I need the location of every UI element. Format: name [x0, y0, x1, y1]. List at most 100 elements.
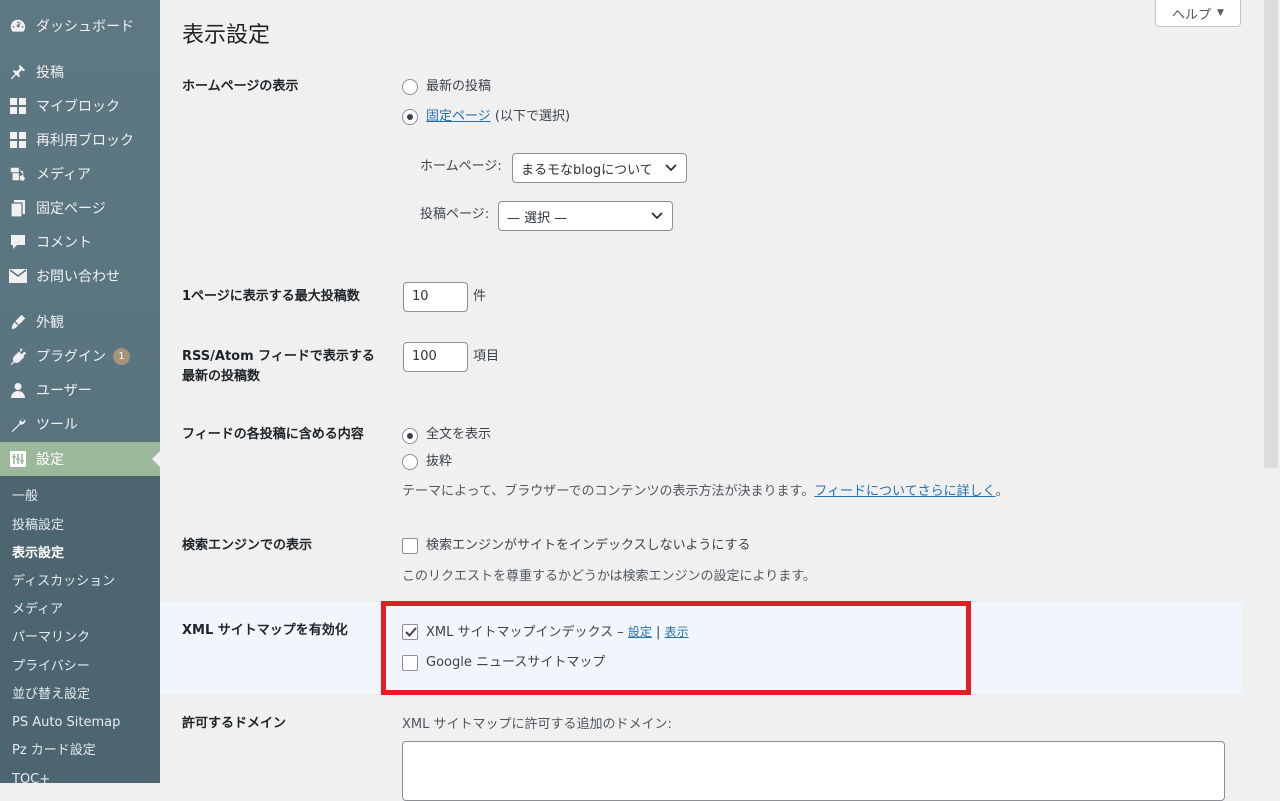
page-icon: [8, 198, 28, 218]
highlight-annotation-box: [381, 601, 971, 695]
search-engine-description: このリクエストを尊重するかどうかは検索エンジンの設定によります。: [402, 569, 816, 584]
menu-item-plugins[interactable]: プラグイン 1: [0, 339, 160, 373]
menu-label: ダッシュボード: [36, 19, 134, 35]
menu-label: お問い合わせ: [36, 269, 120, 285]
feed-content-label: フィードの各投稿に含める内容: [182, 427, 364, 442]
settings-icon: [8, 449, 28, 469]
pin-icon: [8, 62, 28, 82]
menu-item-reusable-blocks[interactable]: 再利用ブロック: [0, 123, 160, 157]
submenu-item-toc-plus[interactable]: TOC+: [12, 769, 50, 791]
menu-item-my-blocks[interactable]: マイブロック: [0, 89, 160, 123]
submenu-item-sort-order[interactable]: 並び替え設定: [12, 684, 90, 706]
submenu-item-permalinks[interactable]: パーマリンク: [12, 627, 90, 649]
active-indicator: [152, 451, 160, 467]
posts-per-page-unit: 件: [473, 289, 487, 304]
menu-item-comments[interactable]: コメント: [0, 225, 160, 259]
dashboard-icon: [8, 16, 28, 36]
radio-static-page[interactable]: [402, 109, 418, 125]
discourage-search-checkbox[interactable]: [402, 538, 418, 554]
menu-item-pages[interactable]: 固定ページ: [0, 191, 160, 225]
menu-label: ツール: [36, 417, 78, 433]
brush-icon: [8, 312, 28, 332]
rss-count-unit: 項目: [473, 349, 500, 364]
menu-label: 固定ページ: [36, 201, 106, 217]
menu-label: マイブロック: [36, 99, 120, 115]
allowed-domains-label: 許可するドメイン: [182, 716, 287, 731]
submenu-item-writing[interactable]: 投稿設定: [12, 515, 64, 537]
comment-icon: [8, 232, 28, 252]
chevron-down-icon: [665, 164, 677, 172]
submenu-item-general[interactable]: 一般: [12, 486, 38, 508]
rss-label-line1: RSS/Atom フィードで表示する: [182, 349, 375, 364]
submenu-item-discussion[interactable]: ディスカッション: [12, 571, 115, 593]
user-icon: [8, 380, 28, 400]
homepage-display-label: ホームページの表示: [182, 79, 299, 94]
menu-item-users[interactable]: ユーザー: [0, 373, 160, 407]
rss-label-line2: 最新の投稿数: [182, 369, 261, 384]
menu-item-dashboard[interactable]: ダッシュボード: [0, 9, 160, 43]
menu-label: 設定: [36, 452, 64, 468]
block-grid-icon: [8, 130, 28, 150]
rss-count-label: RSS/Atom フィードで表示する 最新の投稿数: [182, 347, 375, 387]
rss-count-input[interactable]: 100: [403, 342, 468, 372]
menu-label: メディア: [36, 167, 92, 183]
menu-label: プラグイン: [36, 349, 106, 365]
settings-submenu: 一般 投稿設定 表示設定 ディスカッション メディア パーマリンク プライバシー…: [0, 476, 160, 787]
menu-label: 再利用ブロック: [36, 133, 134, 149]
menu-label: コメント: [36, 235, 92, 251]
allowed-domains-textarea[interactable]: [402, 741, 1225, 801]
chevron-down-icon: [651, 212, 663, 220]
help-tab-button[interactable]: ヘルプ ▼: [1155, 0, 1241, 27]
caret-down-icon: ▼: [1217, 8, 1224, 18]
menu-item-media[interactable]: メディア: [0, 157, 160, 191]
feed-desc-text: テーマによって、ブラウザーでのコンテンツの表示方法が決まります。: [402, 484, 815, 499]
posts-page-select-label: 投稿ページ:: [420, 207, 490, 222]
excerpt-label: 抜粋: [426, 454, 453, 469]
static-page-suffix: (以下で選択): [490, 109, 571, 124]
menu-item-posts[interactable]: 投稿: [0, 55, 160, 89]
help-label: ヘルプ: [1172, 7, 1212, 23]
radio-latest-posts[interactable]: [402, 79, 418, 95]
menu-label: 投稿: [36, 65, 64, 81]
discourage-search-label: 検索エンジンがサイトをインデックスしないようにする: [426, 538, 751, 553]
submenu-item-pz-card[interactable]: Pz カード設定: [12, 740, 96, 762]
menu-item-contact[interactable]: お問い合わせ: [0, 259, 160, 293]
scrollbar-thumb[interactable]: [1264, 0, 1278, 468]
homepage-select-value: まるモなblogについて: [521, 162, 653, 178]
homepage-select-label: ホームページ:: [420, 159, 502, 174]
allowed-domains-description: XML サイトマップに許可する追加のドメイン:: [402, 717, 672, 732]
block-grid-icon: [8, 96, 28, 116]
homepage-select[interactable]: まるモなblogについて: [512, 153, 687, 183]
submenu-item-privacy[interactable]: プライバシー: [12, 656, 90, 678]
menu-label: 外観: [36, 315, 64, 331]
mail-icon: [8, 266, 28, 286]
plugin-icon: [8, 346, 28, 366]
feed-description: テーマによって、ブラウザーでのコンテンツの表示方法が決まります。フィードについて…: [402, 483, 1009, 501]
posts-page-select[interactable]: — 選択 —: [498, 201, 673, 231]
menu-item-settings[interactable]: 設定: [0, 442, 160, 476]
radio-full-text[interactable]: [402, 428, 418, 444]
menu-label: ユーザー: [36, 383, 92, 399]
submenu-item-reading[interactable]: 表示設定: [12, 543, 64, 565]
radio-excerpt[interactable]: [402, 454, 418, 470]
search-engine-label: 検索エンジンでの表示: [182, 538, 313, 553]
xml-sitemap-label: XML サイトマップを有効化: [182, 623, 348, 638]
posts-per-page-label: 1ページに表示する最大投稿数: [182, 289, 360, 304]
static-page-link[interactable]: 固定ページ: [426, 109, 491, 124]
update-count-badge: 1: [113, 347, 130, 365]
page-title: 表示設定: [182, 23, 271, 48]
static-page-option: 固定ページ (以下で選択): [426, 108, 570, 126]
media-icon: [8, 164, 28, 184]
feed-learn-more-link[interactable]: フィードについてさらに詳しく: [814, 484, 995, 499]
admin-sidebar: ダッシュボード 投稿 マイブロック 再利用ブロック メディア 固定ページ コメン…: [0, 0, 160, 787]
submenu-item-ps-auto-sitemap[interactable]: PS Auto Sitemap: [12, 712, 120, 734]
menu-item-tools[interactable]: ツール: [0, 407, 160, 441]
feed-desc-suffix: 。: [995, 484, 1009, 499]
posts-per-page-input[interactable]: 10: [403, 282, 468, 312]
full-text-label: 全文を表示: [426, 427, 492, 442]
submenu-item-media[interactable]: メディア: [12, 599, 63, 621]
posts-page-select-value: — 選択 —: [507, 210, 568, 226]
wrench-icon: [8, 414, 28, 434]
menu-item-appearance[interactable]: 外観: [0, 305, 160, 339]
latest-posts-label: 最新の投稿: [426, 79, 492, 94]
